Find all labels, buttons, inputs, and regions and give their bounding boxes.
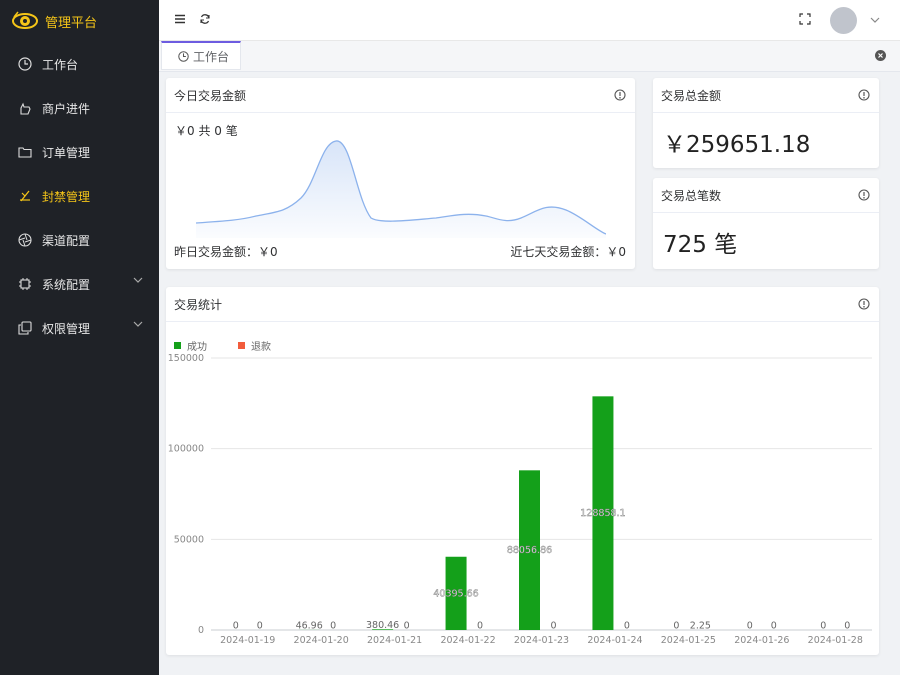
sidebar-item-permission[interactable]: 权限管理 <box>0 306 159 350</box>
x-tick-label: 2024-01-19 <box>220 635 275 646</box>
total-count-title: 交易总笔数 <box>661 188 722 203</box>
sidebar-item-merchant[interactable]: 商户进件 <box>0 86 159 130</box>
x-tick-label: 2024-01-25 <box>661 635 716 646</box>
sidebar: 管理平台 工作台 商户进件 订单管理 封禁管理 渠道配置 系统配置 权限管理 <box>0 0 159 675</box>
bar-data-label: 0 <box>673 621 679 632</box>
folder-icon <box>18 147 32 158</box>
y-tick-label: 100000 <box>168 444 204 455</box>
bar-data-label: 40395.66 <box>433 588 478 599</box>
stats-bar-chart: 0 50000 100000 150000 2024-01-19 0 0 2024-01-20… <box>168 353 872 646</box>
x-tick-label: 2024-01-28 <box>808 635 863 646</box>
bar-data-label: 0 <box>477 621 483 632</box>
bar-data-label: 0 <box>330 621 336 632</box>
sidebar-item-label: 系统配置 <box>42 277 91 292</box>
total-amount-value: ￥259651.18 <box>663 132 811 158</box>
today-trend-line <box>196 140 606 238</box>
sidebar-item-label: 渠道配置 <box>42 233 91 248</box>
sidebar-item-label: 权限管理 <box>42 321 91 336</box>
app-title: 管理平台 <box>45 15 98 31</box>
bar-data-label: 0 <box>550 621 556 632</box>
y-tick-label: 0 <box>198 625 204 636</box>
bar-data-label: 0 <box>404 621 410 632</box>
info-icon[interactable] <box>614 89 626 101</box>
tab-dashboard[interactable]: 工作台 <box>161 41 241 70</box>
total-count-card: 交易总笔数 725 笔 <box>653 178 879 269</box>
today-title: 今日交易金额 <box>174 88 247 103</box>
copy-icon <box>18 321 32 335</box>
bar-data-label: 0 <box>820 621 826 632</box>
bar-data-label: 380.46 <box>366 620 399 631</box>
ban-icon <box>20 190 30 202</box>
bar-data-label: 0 <box>257 621 263 632</box>
x-tick-label: 2024-01-24 <box>587 635 642 646</box>
hand-icon <box>20 102 31 115</box>
y-tick-label: 150000 <box>168 353 204 364</box>
x-tick-label: 2024-01-20 <box>294 635 349 646</box>
clock-icon <box>18 57 32 71</box>
tab-label: 工作台 <box>193 49 230 64</box>
menu-fold-icon[interactable] <box>174 13 186 25</box>
chip-icon <box>19 278 31 290</box>
bar-data-label: 0 <box>844 621 850 632</box>
bar-data-label: 0 <box>233 621 239 632</box>
x-tick-label: 2024-01-22 <box>440 635 495 646</box>
today-summary: ￥0 共 0 笔 <box>175 124 238 138</box>
bar-data-label: 0 <box>771 621 777 632</box>
clock-icon <box>178 50 189 62</box>
bar-data-label: 46.96 <box>296 620 323 631</box>
chevron-down-icon <box>133 321 143 327</box>
sidebar-item-orders[interactable]: 订单管理 <box>0 130 159 174</box>
sidebar-item-label: 商户进件 <box>42 101 91 116</box>
sidebar-item-label: 订单管理 <box>42 145 91 160</box>
stats-header: 交易统计 <box>166 287 879 322</box>
yesterday-amount: 昨日交易金额：￥0 <box>174 245 278 259</box>
bar-data-label: 128858.1 <box>580 508 625 519</box>
stats-card: 交易统计 成功 退款 0 50000 100000 150000 2024-01-19 0… <box>166 287 879 655</box>
close-all-tags-icon[interactable] <box>875 50 886 61</box>
x-tick-label: 2024-01-26 <box>734 635 789 646</box>
x-tick-label: 2024-01-23 <box>514 635 569 646</box>
eye-logo-icon <box>12 11 38 29</box>
sidebar-item-dashboard[interactable]: 工作台 <box>0 42 159 86</box>
aperture-icon <box>18 233 32 247</box>
refresh-icon[interactable] <box>199 13 211 25</box>
fullscreen-icon[interactable] <box>799 13 811 25</box>
chevron-down-icon[interactable] <box>870 15 880 25</box>
total-count-header: 交易总笔数 <box>653 178 879 213</box>
sidebar-item-label: 工作台 <box>42 57 79 72</box>
week-amount: 近七天交易金额：￥0 <box>510 245 626 259</box>
tags-view: 工作台 <box>159 41 900 72</box>
total-count-value: 725 笔 <box>663 232 738 258</box>
avatar[interactable] <box>830 7 857 34</box>
bar-data-label: 0 <box>747 621 753 632</box>
y-tick-label: 50000 <box>174 534 204 545</box>
info-icon[interactable] <box>858 189 870 201</box>
bar-data-label: 88056.86 <box>507 545 552 556</box>
sidebar-item-system[interactable]: 系统配置 <box>0 262 159 306</box>
today-card-header: 今日交易金额 <box>166 78 635 113</box>
chevron-down-icon <box>133 277 143 283</box>
bar-data-label: 2.25 <box>690 620 711 631</box>
sidebar-item-label: 封禁管理 <box>42 189 91 204</box>
info-icon[interactable] <box>858 298 870 310</box>
info-icon[interactable] <box>858 89 870 101</box>
stats-title: 交易统计 <box>174 297 223 312</box>
total-amount-card: 交易总金额 ￥259651.18 <box>653 78 879 168</box>
bar-data-label: 0 <box>624 621 630 632</box>
sidebar-item-ban[interactable]: 封禁管理 <box>0 174 159 218</box>
x-tick-label: 2024-01-21 <box>367 635 422 646</box>
total-amount-header: 交易总金额 <box>653 78 879 113</box>
header <box>159 0 900 41</box>
sidebar-item-channel[interactable]: 渠道配置 <box>0 218 159 262</box>
today-card: 今日交易金额 ￥0 共 0 笔 昨日交易金额：￥0 近七天交易金额：￥0 <box>166 78 635 269</box>
logo[interactable]: 管理平台 <box>0 0 159 42</box>
total-amount-title: 交易总金额 <box>661 88 722 103</box>
